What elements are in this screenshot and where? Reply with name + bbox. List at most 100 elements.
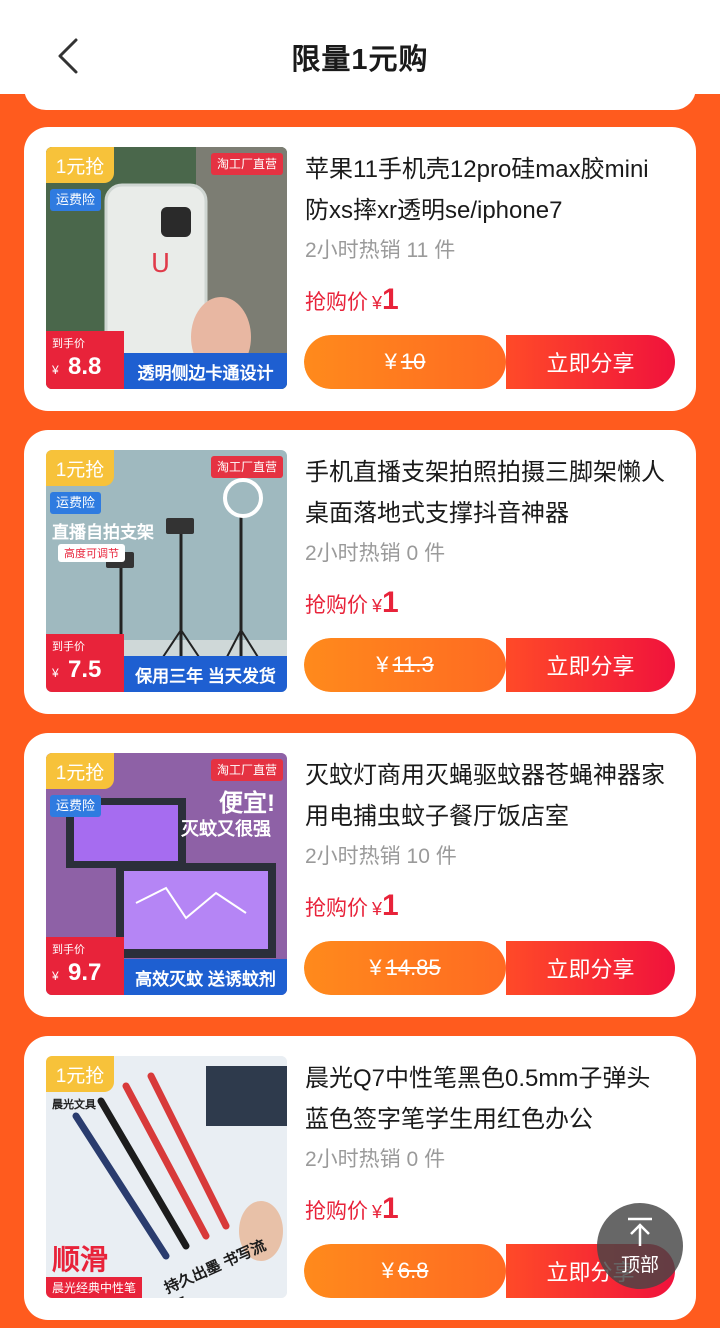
currency-symbol: ¥ [381,1258,394,1283]
image-price-box: 到手价 ¥ 8.8 [46,331,124,389]
sales-info: 2小时热销 0 件 [305,537,445,567]
image-caption: 便宜! [219,790,275,817]
image-price: 9.7 [68,959,102,986]
deal-price-value: 1 [382,889,399,922]
product-image[interactable]: 1元抢 运费险 淘工厂直营 直播自拍支架 高度可调节 到手价 ¥ 7.5 保用三… [46,450,287,692]
deal-price: 抢购价 ¥1 [305,889,399,923]
deal-price-value: 1 [382,586,399,619]
sales-prefix: 2小时热销 [305,239,401,262]
sales-count: 10 [406,845,430,868]
product-image[interactable]: U 1元抢 运费险 淘工厂直营 到手价 ¥ 8.8 透明侧边卡通设计 [46,147,287,389]
currency-symbol: ¥ [372,899,383,919]
action-bar: ¥ 11.3 立即分享 [304,638,675,692]
brand-badge: 淘工厂直营 [210,456,283,478]
sales-count: 0 [406,1148,419,1171]
product-card[interactable]: U 1元抢 运费险 淘工厂直营 到手价 ¥ 8.8 透明侧边卡通设计 苹果11手… [24,127,696,411]
header-bar: 限量1元购 [0,0,720,94]
image-price: 8.8 [68,353,102,380]
image-subcaption: 晨光经典中性笔 [46,1277,143,1298]
page-title: 限量1元购 [291,44,429,76]
image-caption: 直播自拍支架 [52,523,154,542]
share-button[interactable]: 立即分享 [506,638,675,692]
sales-prefix: 2小时热销 [305,1148,401,1171]
image-banner: 透明侧边卡通设计 [124,353,287,389]
currency-symbol: ¥ [372,1202,383,1222]
currency-symbol: ¥ [52,666,59,680]
product-title[interactable]: 灭蚊灯商用灭蝇驱蚊器苍蝇神器家用电捕虫蚊子餐厅饭店室 [305,755,665,837]
product-card[interactable]: 1元抢 晨光文具 顺滑 晨光经典中性笔 持久出墨 书写流畅 晨光Q7中性笔黑色0… [24,1036,696,1320]
one-yuan-tag: 1元抢 [46,147,114,183]
action-bar: ¥ 14.85 立即分享 [304,941,675,995]
sales-prefix: 2小时热销 [305,845,401,868]
sales-info: 2小时热销 0 件 [305,1143,445,1173]
original-price-value: 6.8 [397,1258,429,1283]
svg-text:U: U [151,249,170,279]
arrive-price-label: 到手价 [52,641,85,653]
brand-badge: 淘工厂直营 [210,153,283,175]
currency-symbol: ¥ [376,652,389,677]
arrow-up-icon [628,1217,652,1246]
product-card[interactable]: 1元抢 运费险 淘工厂直营 直播自拍支架 高度可调节 到手价 ¥ 7.5 保用三… [24,430,696,714]
sales-count: 11 [406,239,429,262]
image-price: 7.5 [68,656,102,683]
sales-unit: 件 [424,542,446,565]
currency-symbol: ¥ [372,596,383,616]
share-button[interactable]: 立即分享 [506,941,675,995]
product-title[interactable]: 晨光Q7中性笔黑色0.5mm子弹头蓝色签字笔学生用红色办公 [305,1058,665,1140]
one-yuan-tag: 1元抢 [46,753,114,789]
sales-unit: 件 [435,845,457,868]
original-price: ¥ 11.3 [304,638,506,692]
image-subcaption: 灭蚊又很强 [181,819,271,839]
product-image[interactable]: 1元抢 运费险 淘工厂直营 便宜! 灭蚊又很强 到手价 ¥ 9.7 高效灭蚊 送… [46,753,287,995]
currency-symbol: ¥ [52,363,59,377]
original-price-value: 10 [400,349,426,374]
deal-price-value: 1 [382,283,399,316]
action-bar: ¥ 10 立即分享 [304,335,675,389]
original-price-value: 14.85 [385,955,441,980]
sales-unit: 件 [424,1148,446,1171]
back-to-top-button[interactable]: 顶部 [597,1203,683,1289]
sales-info: 2小时热销 10 件 [305,840,457,870]
deal-label: 抢购价 [305,594,368,617]
arrive-price-label: 到手价 [52,338,85,350]
share-button[interactable]: 立即分享 [506,335,675,389]
currency-symbol: ¥ [52,969,59,983]
one-yuan-tag: 1元抢 [46,1056,114,1092]
sales-unit: 件 [434,239,456,262]
freight-insurance-badge: 运费险 [50,492,102,514]
image-brand: 晨光文具 [52,1099,96,1111]
original-price: ¥ 6.8 [304,1244,506,1298]
product-image[interactable]: 1元抢 晨光文具 顺滑 晨光经典中性笔 持久出墨 书写流畅 [46,1056,287,1298]
deal-price-value: 1 [382,1192,399,1225]
sales-prefix: 2小时热销 [305,542,401,565]
currency-symbol: ¥ [384,349,397,374]
original-price-value: 11.3 [392,652,434,677]
brand-badge: 淘工厂直营 [210,759,283,781]
original-price: ¥ 14.85 [304,941,506,995]
deal-price: 抢购价 ¥1 [305,586,399,620]
deal-label: 抢购价 [305,291,368,314]
back-to-top-label: 顶部 [620,1254,659,1276]
deal-label: 抢购价 [305,897,368,920]
image-banner: 保用三年 当天发货 [124,656,287,692]
currency-symbol: ¥ [369,955,382,980]
deal-label: 抢购价 [305,1200,368,1223]
one-yuan-tag: 1元抢 [46,450,114,486]
arrive-price-label: 到手价 [52,944,85,956]
deal-price: 抢购价 ¥1 [305,283,399,317]
image-caption: 顺滑 [52,1244,109,1275]
image-price-box: 到手价 ¥ 9.7 [46,937,124,995]
image-banner: 高效灭蚊 送诱蚊剂 [124,959,287,995]
sales-info: 2小时热销 11 件 [305,234,455,264]
image-price-box: 到手价 ¥ 7.5 [46,634,124,692]
sales-count: 0 [406,542,419,565]
deal-price: 抢购价 ¥1 [305,1192,399,1226]
freight-insurance-badge: 运费险 [50,795,102,817]
product-card[interactable]: 1元抢 运费险 淘工厂直营 便宜! 灭蚊又很强 到手价 ¥ 9.7 高效灭蚊 送… [24,733,696,1017]
product-title[interactable]: 苹果11手机壳12pro硅max胶mini防xs摔xr透明se/iphone7 [305,149,665,231]
original-price: ¥ 10 [304,335,506,389]
product-title[interactable]: 手机直播支架拍照拍摄三脚架懒人桌面落地式支撑抖音神器 [305,452,665,534]
image-subcaption: 高度可调节 [58,544,125,562]
currency-symbol: ¥ [372,293,383,313]
freight-insurance-badge: 运费险 [50,189,102,211]
